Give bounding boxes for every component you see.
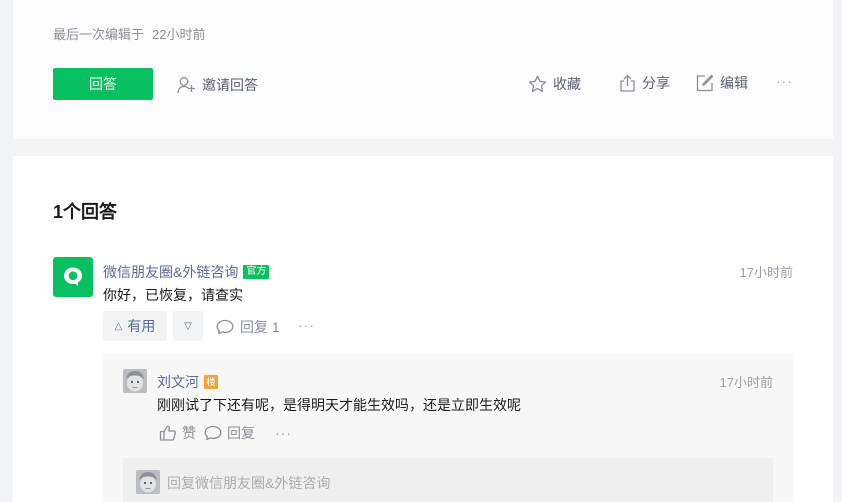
question-more-button[interactable]: ··· <box>776 73 793 89</box>
useless-button[interactable]: ▽ <box>173 311 203 341</box>
invite-answer-button[interactable]: 邀请回答 <box>177 75 258 95</box>
answer-time: 17小时前 <box>739 265 793 280</box>
answers-count-title: 1个回答 <box>53 202 118 222</box>
invite-answer-label: 邀请回答 <box>202 77 258 93</box>
reply-actions: 赞 回复 ··· <box>159 423 292 443</box>
answer-author: 微信朋友圈&外链咨询 官方 <box>103 262 270 282</box>
floor-badge: 楼 <box>204 375 218 389</box>
reply-button[interactable]: 回复 1 <box>216 317 280 337</box>
like-label: 赞 <box>182 425 196 441</box>
last-edited-time: 22小时前 <box>152 27 206 42</box>
thumbs-up-icon <box>159 425 177 441</box>
reply-reply-label: 回复 <box>227 425 255 441</box>
edit-button[interactable]: 编辑 <box>696 73 748 93</box>
reply-section: 刘文河 楼 17小时前 刚刚试了下还有呢，是得明天才能生效吗，还是立即生效呢 赞… <box>103 354 793 502</box>
reply-count-label: 回复 1 <box>240 319 280 335</box>
star-icon <box>528 75 547 93</box>
edit-icon <box>696 74 714 92</box>
reply-reply-button[interactable]: 回复 <box>204 423 255 443</box>
reply-text: 刚刚试了下还有呢，是得明天才能生效吗，还是立即生效呢 <box>157 397 521 413</box>
favorite-button[interactable]: 收藏 <box>528 74 581 94</box>
answers-card: 1个回答 微信朋友圈&外链咨询 官方 17小时前 你好，已恢复，请查实 △ 有用… <box>13 156 833 502</box>
useful-label: 有用 <box>127 318 156 334</box>
answer-text: 你好，已恢复，请查实 <box>103 287 243 303</box>
reply-time: 17小时前 <box>719 375 773 390</box>
comment-icon <box>204 425 222 441</box>
answer-more-button[interactable]: ··· <box>298 317 315 333</box>
invite-user-icon <box>177 77 195 94</box>
official-badge: 官方 <box>243 265 270 279</box>
edit-label: 编辑 <box>720 75 748 91</box>
reply-more-button[interactable]: ··· <box>275 425 292 441</box>
share-button[interactable]: 分享 <box>619 73 670 93</box>
current-user-avatar <box>136 470 160 494</box>
answer-button[interactable]: 回答 <box>53 68 153 100</box>
question-card: 最后一次编辑于 22小时前 回答 邀请回答 收藏 分享 编辑 ··· <box>13 0 833 139</box>
comment-icon <box>216 319 234 335</box>
reply-input-placeholder: 回复微信朋友圈&外链咨询 <box>167 475 331 491</box>
last-edited-label: 最后一次编辑于 <box>53 27 145 42</box>
chat-bubble-icon <box>64 267 82 286</box>
official-avatar[interactable] <box>53 257 93 297</box>
reply-author-name[interactable]: 刘文河 <box>157 372 199 392</box>
answer-author-name[interactable]: 微信朋友圈&外链咨询 <box>103 262 238 282</box>
triangle-down-icon: ▽ <box>184 320 192 332</box>
share-label: 分享 <box>642 75 670 91</box>
triangle-up-icon: △ <box>114 320 123 332</box>
like-button[interactable]: 赞 <box>159 423 196 443</box>
last-edited: 最后一次编辑于 22小时前 <box>53 24 205 43</box>
baby-face-icon <box>123 369 147 393</box>
favorite-label: 收藏 <box>553 76 581 92</box>
useful-button[interactable]: △ 有用 <box>103 311 167 341</box>
reply-input-area[interactable]: 回复微信朋友圈&外链咨询 <box>123 458 773 502</box>
reply-author: 刘文河 楼 <box>157 372 218 392</box>
reply-author-avatar[interactable] <box>123 369 147 393</box>
share-icon <box>620 74 635 92</box>
baby-face-icon <box>136 470 160 494</box>
